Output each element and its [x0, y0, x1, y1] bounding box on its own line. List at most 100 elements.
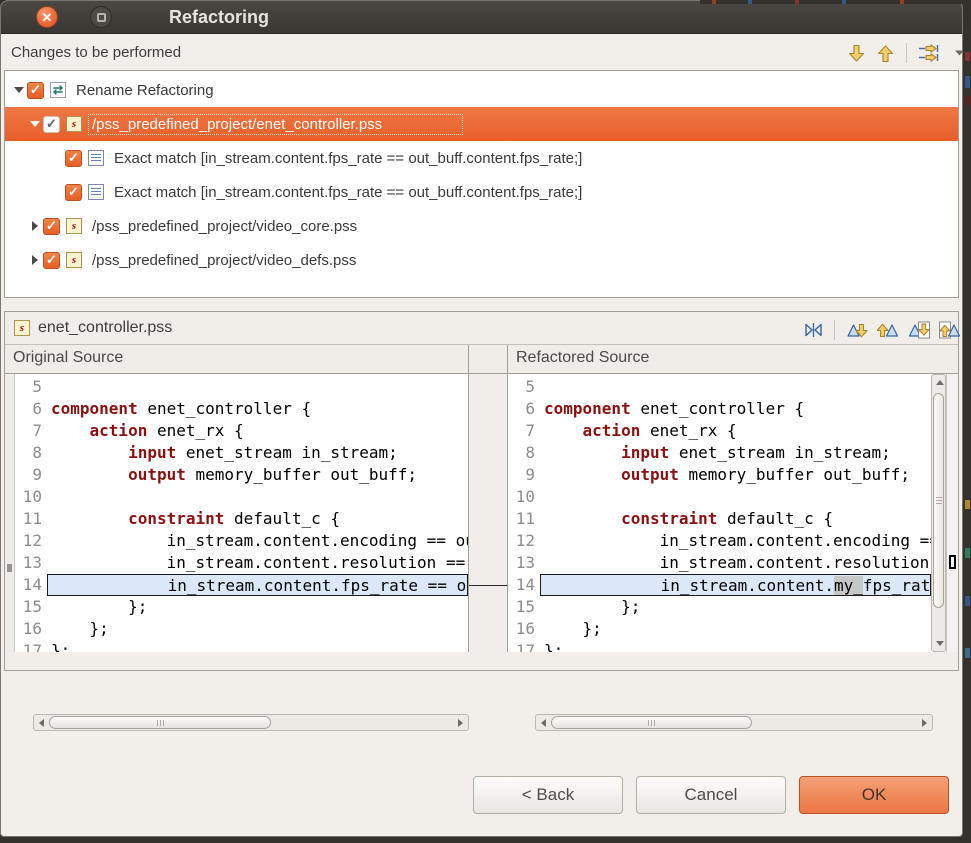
expander-expanded-icon[interactable] — [27, 121, 43, 127]
horizontal-scrollbar-thumb[interactable] — [49, 716, 271, 729]
code-text: action enet_rx { — [47, 420, 468, 442]
diff-overview-marker[interactable] — [949, 555, 956, 569]
line-number: 7 — [15, 420, 47, 442]
checkbox-checked[interactable] — [27, 82, 44, 99]
tree-row[interactable]: /pss_predefined_project/enet_controller.… — [5, 107, 958, 141]
scroll-right-arrow[interactable] — [917, 715, 932, 730]
horizontal-scrollbar-thumb[interactable] — [551, 716, 752, 729]
background-artifact — [965, 76, 970, 88]
scroll-left-arrow[interactable] — [536, 715, 551, 730]
previous-difference-icon[interactable] — [877, 319, 899, 341]
code-line: 17}; — [15, 640, 468, 652]
code-line: 10 — [508, 486, 931, 508]
line-number: 15 — [15, 596, 47, 618]
line-number: 16 — [508, 618, 540, 640]
next-difference-icon[interactable] — [846, 319, 868, 341]
refactored-source-code[interactable]: 56component enet_controller {7 action en… — [508, 374, 931, 652]
original-source-pane[interactable]: 56component enet_controller {7 action en… — [5, 374, 469, 652]
pss-file-icon — [14, 320, 30, 336]
tree-row[interactable]: Rename Refactoring — [5, 73, 958, 107]
goto-previous-change-icon[interactable] — [875, 42, 895, 64]
horizontal-scrollbar-right[interactable] — [535, 714, 933, 731]
code-text: in_stream.content.my_fps_rate = — [540, 574, 931, 596]
line-number: 12 — [508, 530, 540, 552]
background-artifact — [965, 648, 970, 658]
code-line: 6component enet_controller { — [15, 398, 468, 420]
scrollbar-track[interactable] — [49, 715, 453, 730]
scroll-up-arrow[interactable] — [932, 375, 947, 390]
line-number: 5 — [15, 376, 47, 398]
background-window-sliver — [963, 0, 971, 843]
scroll-left-arrow[interactable] — [34, 715, 49, 730]
tree-row[interactable]: /pss_predefined_project/video_core.pss — [5, 209, 958, 243]
background-artifact — [965, 596, 970, 606]
window-maximize-button[interactable] — [90, 6, 112, 28]
previous-change-icon[interactable] — [939, 319, 961, 341]
cancel-button[interactable]: Cancel — [636, 776, 786, 814]
swap-panes-icon[interactable] — [803, 319, 823, 341]
code-line: 12 in_stream.content.encoding == o — [508, 530, 931, 552]
next-change-icon[interactable] — [908, 319, 930, 341]
code-line: 13 in_stream.content.resolution == ou — [15, 552, 468, 574]
tree-row[interactable]: Exact match [in_stream.content.fps_rate … — [5, 141, 958, 175]
ok-button[interactable]: OK — [799, 776, 949, 814]
tree-row-label: Exact match [in_stream.content.fps_rate … — [111, 149, 585, 168]
view-menu-icon[interactable] — [949, 42, 969, 64]
goto-next-change-icon[interactable] — [846, 42, 866, 64]
vertical-scrollbar[interactable] — [931, 374, 946, 652]
code-text: in_stream.content.fps_rate == out_ — [47, 574, 468, 596]
code-line: 7 action enet_rx { — [508, 420, 931, 442]
expander-expanded-icon[interactable] — [11, 87, 27, 93]
expander-collapsed-icon[interactable] — [27, 255, 43, 265]
code-text: }; — [47, 640, 468, 652]
refactored-source-pane[interactable]: 56component enet_controller {7 action en… — [507, 374, 958, 652]
line-number: 7 — [508, 420, 540, 442]
code-text: }; — [540, 618, 931, 640]
tree-row[interactable]: /pss_predefined_project/video_defs.pss — [5, 243, 958, 277]
scroll-right-arrow[interactable] — [453, 715, 468, 730]
checkbox-checked[interactable] — [43, 252, 60, 269]
scrollbar-track[interactable] — [551, 715, 917, 730]
line-number: 13 — [508, 552, 540, 574]
tree-row-label: /pss_predefined_project/video_core.pss — [89, 217, 360, 236]
pss-file-icon — [66, 218, 82, 234]
original-source-code[interactable]: 56component enet_controller {7 action en… — [15, 374, 468, 652]
checkbox-checked[interactable] — [43, 218, 60, 235]
code-line-highlighted: 14 in_stream.content.fps_rate == out_ — [15, 574, 468, 596]
preview-header: enet_controller.pss — [5, 312, 958, 345]
line-number: 5 — [508, 376, 540, 398]
code-text: component enet_controller { — [540, 398, 931, 420]
line-number: 14 — [508, 574, 540, 596]
checkbox-checked[interactable] — [65, 150, 82, 167]
window-close-button[interactable]: ✕ — [36, 6, 58, 28]
code-text: output memory_buffer out_buff; — [47, 464, 468, 486]
code-text: component enet_controller { — [47, 398, 468, 420]
expander-collapsed-icon[interactable] — [27, 221, 43, 231]
line-number: 17 — [15, 640, 47, 652]
line-number: 9 — [508, 464, 540, 486]
checkbox-checked[interactable] — [43, 116, 60, 133]
code-line: 10 — [15, 486, 468, 508]
code-line-highlighted: 14 in_stream.content.my_fps_rate = — [508, 574, 931, 596]
pane-header-gap — [469, 345, 507, 374]
code-line: 5 — [508, 376, 931, 398]
code-line: 11 constraint default_c { — [15, 508, 468, 530]
filter-changes-icon[interactable] — [918, 42, 940, 64]
window-titlebar: ✕ Refactoring — [1, 1, 962, 34]
code-text: }; — [540, 640, 931, 652]
line-number: 9 — [15, 464, 47, 486]
line-number: 11 — [15, 508, 47, 530]
tree-row[interactable]: Exact match [in_stream.content.fps_rate … — [5, 175, 958, 209]
vertical-scrollbar-thumb[interactable] — [933, 393, 944, 608]
code-text — [47, 486, 468, 508]
line-number: 17 — [508, 640, 540, 652]
overview-ruler[interactable] — [946, 374, 958, 652]
back-button[interactable]: < Back — [473, 776, 623, 814]
horizontal-scrollbar-left[interactable] — [33, 714, 469, 731]
code-text — [540, 376, 931, 398]
code-text: }; — [47, 596, 468, 618]
code-line: 9 output memory_buffer out_buff; — [15, 464, 468, 486]
text-match-icon — [88, 184, 104, 200]
scroll-down-arrow[interactable] — [932, 636, 947, 651]
checkbox-checked[interactable] — [65, 184, 82, 201]
